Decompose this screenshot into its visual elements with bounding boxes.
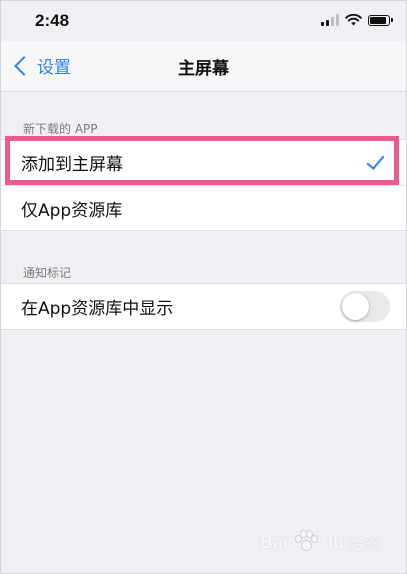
section-header-new-downloads: 新下载的 APP xyxy=(23,122,98,136)
checkmark-icon xyxy=(366,151,385,170)
page-title: 主屏幕 xyxy=(178,59,229,79)
option-label: 添加到主屏幕 xyxy=(21,155,123,175)
row-label: 在App资源库中显示 xyxy=(21,299,174,319)
option-label: 仅App资源库 xyxy=(21,200,123,221)
battery-icon xyxy=(368,14,393,26)
watermark-brand-suffix: du xyxy=(321,531,344,552)
notification-badges-group: 在App资源库中显示 xyxy=(1,283,406,330)
signal-icon xyxy=(321,14,339,26)
watermark-text: 经验 xyxy=(347,534,380,553)
baidu-jingyan-watermark: Bai du 经验 xyxy=(260,529,380,555)
watermark-brand: Bai xyxy=(259,531,288,552)
navigation-bar: 设置 主屏幕 xyxy=(1,41,406,92)
wifi-icon xyxy=(345,14,362,26)
toggle-knob xyxy=(342,293,369,320)
section-header-notification-badges: 通知标记 xyxy=(23,266,72,280)
status-icons xyxy=(321,13,393,27)
new-downloads-group: 添加到主屏幕 仅App资源库 xyxy=(1,139,406,231)
settings-screen: 2:48 设置 主屏幕 新下载的 APP 添加到主屏幕 仅App资源库 通知标记… xyxy=(0,0,407,574)
show-in-app-library-toggle[interactable] xyxy=(340,291,390,322)
status-time: 2:48 xyxy=(35,11,70,30)
option-app-library-only[interactable]: 仅App资源库 xyxy=(1,185,406,230)
show-in-app-library-row: 在App资源库中显示 xyxy=(1,284,406,329)
status-bar: 2:48 xyxy=(1,1,406,41)
option-add-to-home-screen[interactable]: 添加到主屏幕 xyxy=(1,140,406,185)
paw-icon xyxy=(292,529,318,555)
